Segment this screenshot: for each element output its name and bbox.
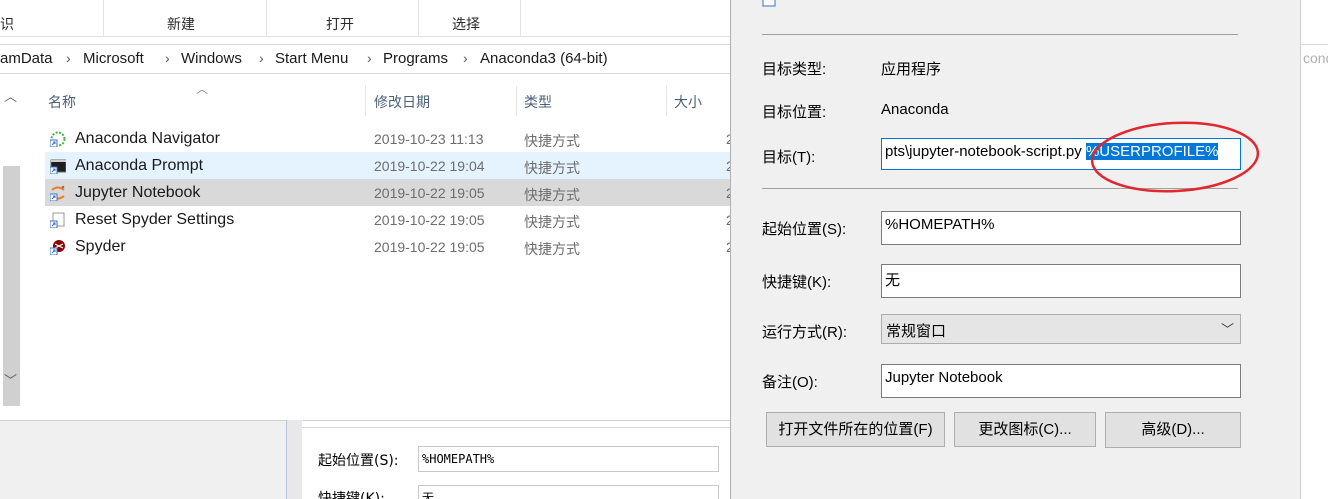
file-type: 快捷方式 (524, 187, 580, 203)
change-icon-button[interactable]: 更改图标(C)... (954, 412, 1096, 447)
start-in-label: 起始位置(S): (762, 221, 847, 238)
target-text: pts\jupyter-notebook-script.py (885, 143, 1086, 160)
background-window-toolbar (1301, 0, 1328, 45)
breadcrumb-anaconda3[interactable]: Anaconda3 (64-bit) (480, 50, 608, 67)
hotkey-label: 快捷键(K): (762, 274, 832, 291)
file-name: Jupyter Notebook (75, 184, 201, 201)
background-window-edge: cond (1300, 0, 1328, 499)
file-row-selected[interactable]: Jupyter Notebook 2019-10-22 19:05 快捷方式 2 (45, 179, 730, 206)
column-header-modified[interactable]: 修改日期 (374, 92, 430, 112)
column-header-size[interactable]: 大小 (674, 92, 702, 112)
chevron-right-icon[interactable]: › (259, 50, 264, 66)
scroll-down-icon[interactable]: ﹀ (4, 370, 17, 389)
jupyter-icon (762, 0, 776, 7)
scroll-up-icon[interactable]: ︿ (4, 86, 17, 105)
ribbon-group-new[interactable]: 新建 (167, 14, 195, 34)
hotkey-field[interactable]: 无 (881, 264, 1241, 298)
start-in-field[interactable]: %HOMEPATH% (881, 211, 1241, 245)
divider (762, 34, 1238, 35)
column-header-type[interactable]: 类型 (524, 92, 552, 112)
run-mode-value: 常规窗口 (886, 323, 947, 340)
start-in-label: 起始位置(S): (318, 453, 399, 469)
open-file-location-button[interactable]: 打开文件所在的位置(F) (766, 412, 945, 447)
start-in-field[interactable]: %HOMEPATH% (418, 446, 719, 472)
ribbon: 识 新建 打开 选择 (0, 0, 730, 37)
annotation-circle (1090, 121, 1260, 193)
file-date: 2019-10-22 19:04 (374, 158, 485, 174)
run-label: 运行方式(R): (762, 324, 847, 341)
file-row[interactable]: Reset Spyder Settings 2019-10-22 19:05 快… (45, 206, 730, 233)
sort-ascending-icon: ︿ (196, 82, 209, 96)
chevron-down-icon[interactable]: ﹀ (1221, 319, 1234, 338)
file-explorer-window: 识 新建 打开 选择 amData › Microsoft › Windows … (0, 0, 730, 499)
breadcrumb-start-menu[interactable]: Start Menu (275, 50, 348, 67)
anaconda-navigator-icon (50, 131, 66, 147)
background-dialog-panel: 起始位置(S): %HOMEPATH% 快捷键(K): 无 (302, 421, 730, 499)
background-address-text: cond (1303, 50, 1328, 66)
file-row-hover[interactable]: Anaconda Prompt 2019-10-22 19:04 快捷方式 2 (45, 152, 730, 179)
file-date: 2019-10-22 19:05 (374, 185, 485, 201)
breadcrumb-programdata[interactable]: amData (0, 50, 53, 67)
file-name: Reset Spyder Settings (75, 211, 235, 228)
column-header-name[interactable]: 名称 (48, 92, 76, 112)
target-type-label: 目标类型: (762, 61, 827, 78)
terminal-icon (50, 159, 66, 174)
target-label: 目标(T): (762, 149, 816, 166)
target-type-value: 应用程序 (881, 61, 942, 78)
breadcrumb-windows[interactable]: Windows (181, 50, 242, 67)
ribbon-divider (520, 0, 521, 36)
file-type: 快捷方式 (524, 214, 580, 230)
target-location-value: Anaconda (881, 101, 949, 118)
breadcrumb-microsoft[interactable]: Microsoft (83, 50, 144, 67)
column-divider[interactable] (516, 86, 517, 116)
file-row[interactable]: Anaconda Navigator 2019-10-23 11:13 快捷方式… (45, 125, 730, 152)
advanced-button[interactable]: 高级(D)... (1105, 412, 1241, 448)
target-location-label: 目标位置: (762, 104, 827, 121)
ribbon-group-select[interactable]: 选择 (452, 14, 480, 34)
ribbon-divider (103, 0, 104, 36)
ribbon-divider (418, 0, 419, 36)
shortcut-icon (50, 212, 65, 228)
file-name: Anaconda Prompt (75, 157, 204, 174)
shortcut-properties-dialog: 目标类型: 应用程序 目标位置: Anaconda 目标(T): pts\jup… (730, 0, 1301, 499)
column-divider[interactable] (666, 86, 667, 116)
chevron-right-icon[interactable]: › (367, 50, 372, 66)
chevron-right-icon[interactable]: › (463, 50, 468, 66)
file-row[interactable]: Spyder 2019-10-22 19:05 快捷方式 2 (45, 233, 730, 260)
divider (302, 427, 730, 428)
file-name: Anaconda Navigator (75, 130, 220, 147)
file-type: 快捷方式 (524, 160, 580, 176)
file-date: 2019-10-23 11:13 (374, 131, 484, 147)
column-divider[interactable] (365, 86, 366, 116)
vertical-scrollbar[interactable]: ︿ ﹀ (0, 86, 21, 406)
ribbon-clipped-label: 识 (0, 16, 14, 32)
file-name: Spyder (75, 238, 126, 255)
ribbon-divider (266, 0, 267, 36)
run-mode-select[interactable]: 常规窗口 ﹀ (881, 314, 1241, 344)
file-type: 快捷方式 (524, 133, 580, 149)
hotkey-field[interactable]: 无 (418, 485, 719, 499)
jupyter-icon (50, 185, 65, 201)
spyder-icon (50, 240, 65, 255)
hotkey-label: 快捷键(K): (318, 491, 385, 499)
file-date: 2019-10-22 19:05 (374, 212, 485, 228)
chevron-right-icon[interactable]: › (165, 50, 170, 66)
address-bar[interactable]: amData › Microsoft › Windows › Start Men… (0, 44, 730, 74)
file-date: 2019-10-22 19:05 (374, 239, 485, 255)
file-type: 快捷方式 (524, 241, 580, 257)
breadcrumb-programs[interactable]: Programs (383, 50, 448, 67)
comment-field[interactable]: Jupyter Notebook (881, 364, 1241, 398)
chevron-right-icon[interactable]: › (66, 50, 71, 66)
comment-label: 备注(O): (762, 374, 818, 391)
ribbon-group-open[interactable]: 打开 (326, 14, 354, 34)
